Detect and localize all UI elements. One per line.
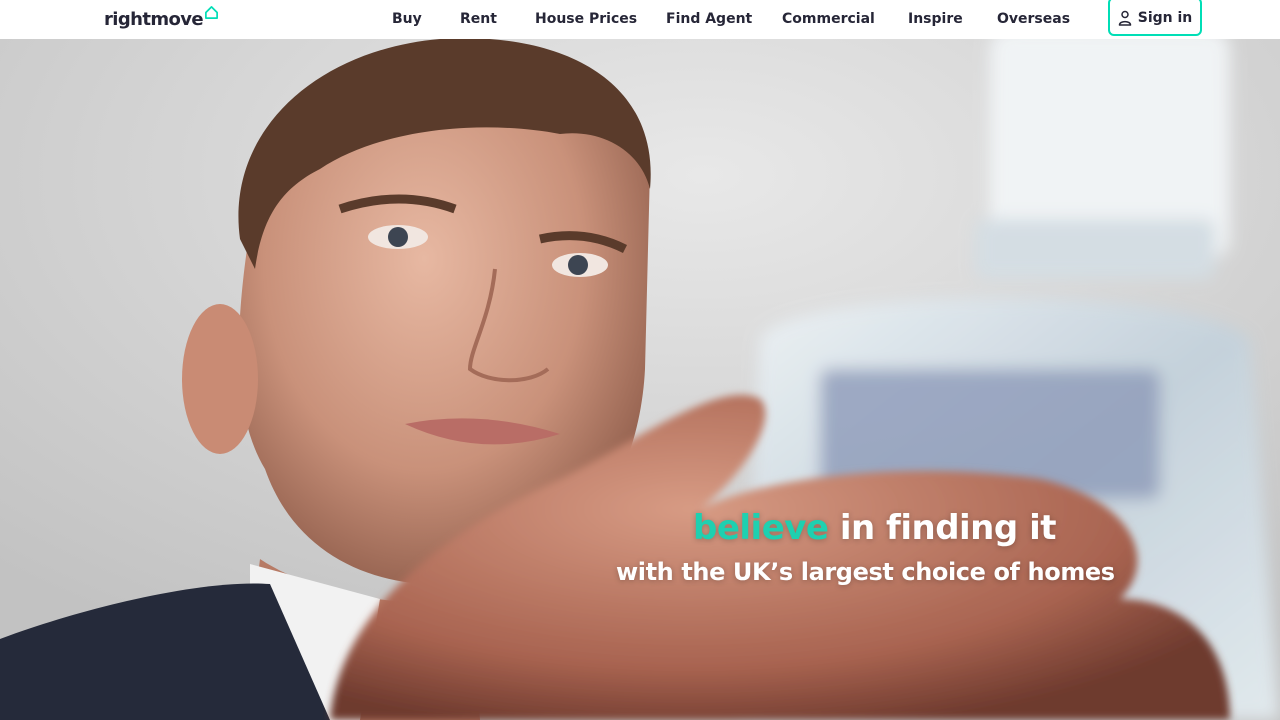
sign-in-button[interactable]: Sign in — [1108, 0, 1202, 36]
nav-rent[interactable]: Rent — [460, 8, 497, 30]
main-nav: Buy Rent House Prices Find Agent Commerc… — [0, 0, 1280, 39]
headline-accent: believe — [693, 508, 829, 548]
nav-overseas[interactable]: Overseas — [997, 8, 1070, 30]
hero-video-frame — [0, 39, 1280, 720]
hero-subheadline: with the UK’s largest choice of homes — [616, 558, 1115, 586]
nav-commercial[interactable]: Commercial — [782, 8, 875, 30]
sign-in-label: Sign in — [1137, 9, 1193, 26]
nav-buy[interactable]: Buy — [392, 8, 422, 30]
hero-banner: believe in finding it with the UK’s larg… — [0, 39, 1280, 720]
hero-headline: believe in finding it — [693, 507, 1056, 549]
nav-find-agent[interactable]: Find Agent — [666, 8, 752, 30]
top-navigation: rightmove Buy Rent House Prices Find Age… — [0, 0, 1280, 39]
user-icon — [1118, 10, 1131, 26]
headline-rest: in finding it — [839, 508, 1057, 548]
nav-inspire[interactable]: Inspire — [908, 8, 963, 30]
nav-house-prices[interactable]: House Prices — [535, 8, 637, 30]
